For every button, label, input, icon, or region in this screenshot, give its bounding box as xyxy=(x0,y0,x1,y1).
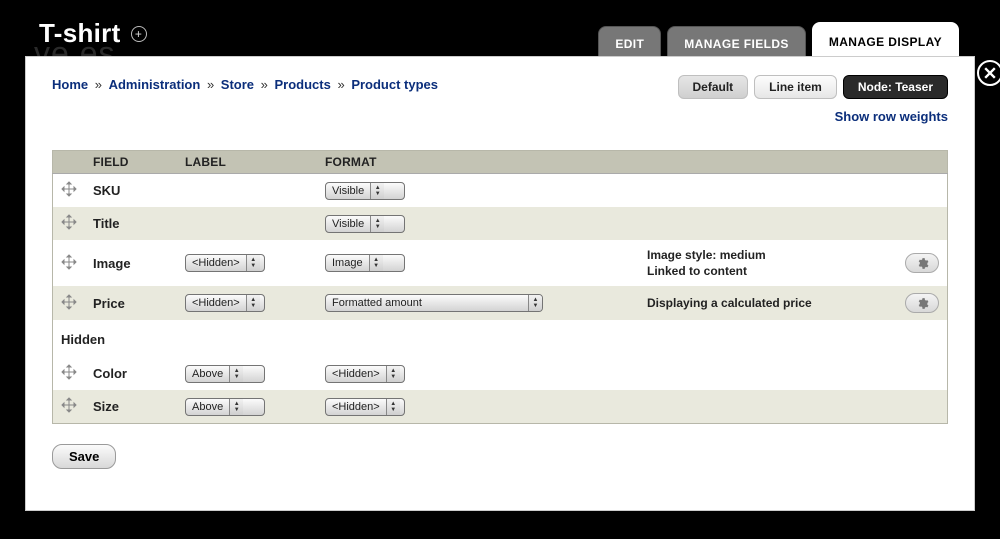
breadcrumb-link[interactable]: Administration xyxy=(109,77,201,92)
format-select-value: Formatted amount xyxy=(326,297,528,309)
label-select[interactable]: Above▲▼ xyxy=(185,398,265,416)
field-name: Image xyxy=(93,256,131,271)
view-mode-line-item[interactable]: Line item xyxy=(754,75,837,99)
table-row: ColorAbove▲▼<Hidden>▲▼ xyxy=(53,357,948,390)
table-row: SizeAbove▲▼<Hidden>▲▼ xyxy=(53,390,948,424)
label-select[interactable]: <Hidden>▲▼ xyxy=(185,294,265,312)
tab-edit[interactable]: EDIT xyxy=(598,26,661,60)
chevron-up-down-icon: ▲▼ xyxy=(370,216,384,232)
breadcrumb-link[interactable]: Store xyxy=(221,77,254,92)
chevron-up-down-icon: ▲▼ xyxy=(246,255,260,271)
col-header-field: FIELD xyxy=(85,151,177,174)
table-row: SKU Visible▲▼ xyxy=(53,174,948,208)
table-row: Title Visible▲▼ xyxy=(53,207,948,240)
breadcrumb-separator: » xyxy=(91,77,105,92)
drag-handle-icon[interactable] xyxy=(61,294,77,310)
field-name: SKU xyxy=(93,183,120,198)
hidden-section-header: Hidden xyxy=(53,320,948,357)
breadcrumb-separator: » xyxy=(257,77,271,92)
format-select-value: <Hidden> xyxy=(326,368,386,380)
chevron-up-down-icon: ▲▼ xyxy=(386,366,400,382)
page-title: T-shirt xyxy=(39,18,121,49)
format-select[interactable]: <Hidden>▲▼ xyxy=(325,365,405,383)
hidden-section-label: Hidden xyxy=(61,332,105,347)
table-row: Price<Hidden>▲▼Formatted amount▲▼Display… xyxy=(53,286,948,320)
fields-table: FIELD LABEL FORMAT SKUVisible▲▼TitleVisi… xyxy=(52,150,948,424)
drag-handle-icon[interactable] xyxy=(61,214,77,230)
chevron-up-down-icon: ▲▼ xyxy=(386,399,400,415)
field-name: Title xyxy=(93,216,120,231)
label-select-value: Above xyxy=(186,368,229,380)
label-select-value: <Hidden> xyxy=(186,257,246,269)
breadcrumb-link[interactable]: Products xyxy=(275,77,331,92)
settings-button[interactable] xyxy=(905,293,939,313)
field-name: Size xyxy=(93,399,119,414)
close-icon[interactable] xyxy=(977,60,1000,86)
col-header-label: LABEL xyxy=(177,151,317,174)
format-select-value: Visible xyxy=(326,218,370,230)
breadcrumb-link[interactable]: Product types xyxy=(351,77,438,92)
add-icon[interactable]: + xyxy=(131,26,147,42)
format-select[interactable]: Visible▲▼ xyxy=(325,215,405,233)
field-name: Color xyxy=(93,366,127,381)
chevron-up-down-icon: ▲▼ xyxy=(528,295,542,311)
format-select-value: <Hidden> xyxy=(326,401,386,413)
show-row-weights-link[interactable]: Show row weights xyxy=(835,109,948,124)
chevron-up-down-icon: ▲▼ xyxy=(370,183,384,199)
chevron-up-down-icon: ▲▼ xyxy=(229,399,243,415)
drag-handle-icon[interactable] xyxy=(61,364,77,380)
breadcrumb-separator: » xyxy=(334,77,348,92)
field-name: Price xyxy=(93,296,125,311)
label-select-value: <Hidden> xyxy=(186,297,246,309)
format-select-value: Image xyxy=(326,257,369,269)
chevron-up-down-icon: ▲▼ xyxy=(369,255,383,271)
settings-button[interactable] xyxy=(905,253,939,273)
breadcrumb-separator: » xyxy=(203,77,217,92)
label-select-value: Above xyxy=(186,401,229,413)
drag-handle-icon[interactable] xyxy=(61,181,77,197)
table-row: Image<Hidden>▲▼Image▲▼Image style: mediu… xyxy=(53,240,948,286)
drag-handle-icon[interactable] xyxy=(61,397,77,413)
col-header-format: FORMAT xyxy=(317,151,948,174)
tab-manage-display[interactable]: MANAGE DISPLAY xyxy=(812,22,959,60)
view-mode-node-teaser[interactable]: Node: Teaser xyxy=(843,75,948,99)
breadcrumb-link[interactable]: Home xyxy=(52,77,88,92)
format-select[interactable]: Formatted amount▲▼ xyxy=(325,294,543,312)
label-select[interactable]: Above▲▼ xyxy=(185,365,265,383)
format-summary: Image style: mediumLinked to content xyxy=(647,247,889,279)
save-button[interactable]: Save xyxy=(52,444,116,469)
label-select[interactable]: <Hidden>▲▼ xyxy=(185,254,265,272)
format-select[interactable]: <Hidden>▲▼ xyxy=(325,398,405,416)
format-select-value: Visible xyxy=(326,185,370,197)
tab-manage-fields[interactable]: MANAGE FIELDS xyxy=(667,26,806,60)
format-select[interactable]: Visible▲▼ xyxy=(325,182,405,200)
format-summary: Displaying a calculated price xyxy=(647,295,889,311)
view-mode-default[interactable]: Default xyxy=(678,75,749,99)
format-select[interactable]: Image▲▼ xyxy=(325,254,405,272)
chevron-up-down-icon: ▲▼ xyxy=(229,366,243,382)
chevron-up-down-icon: ▲▼ xyxy=(246,295,260,311)
content-panel: Home » Administration » Store » Products… xyxy=(25,56,975,511)
drag-handle-icon[interactable] xyxy=(61,254,77,270)
